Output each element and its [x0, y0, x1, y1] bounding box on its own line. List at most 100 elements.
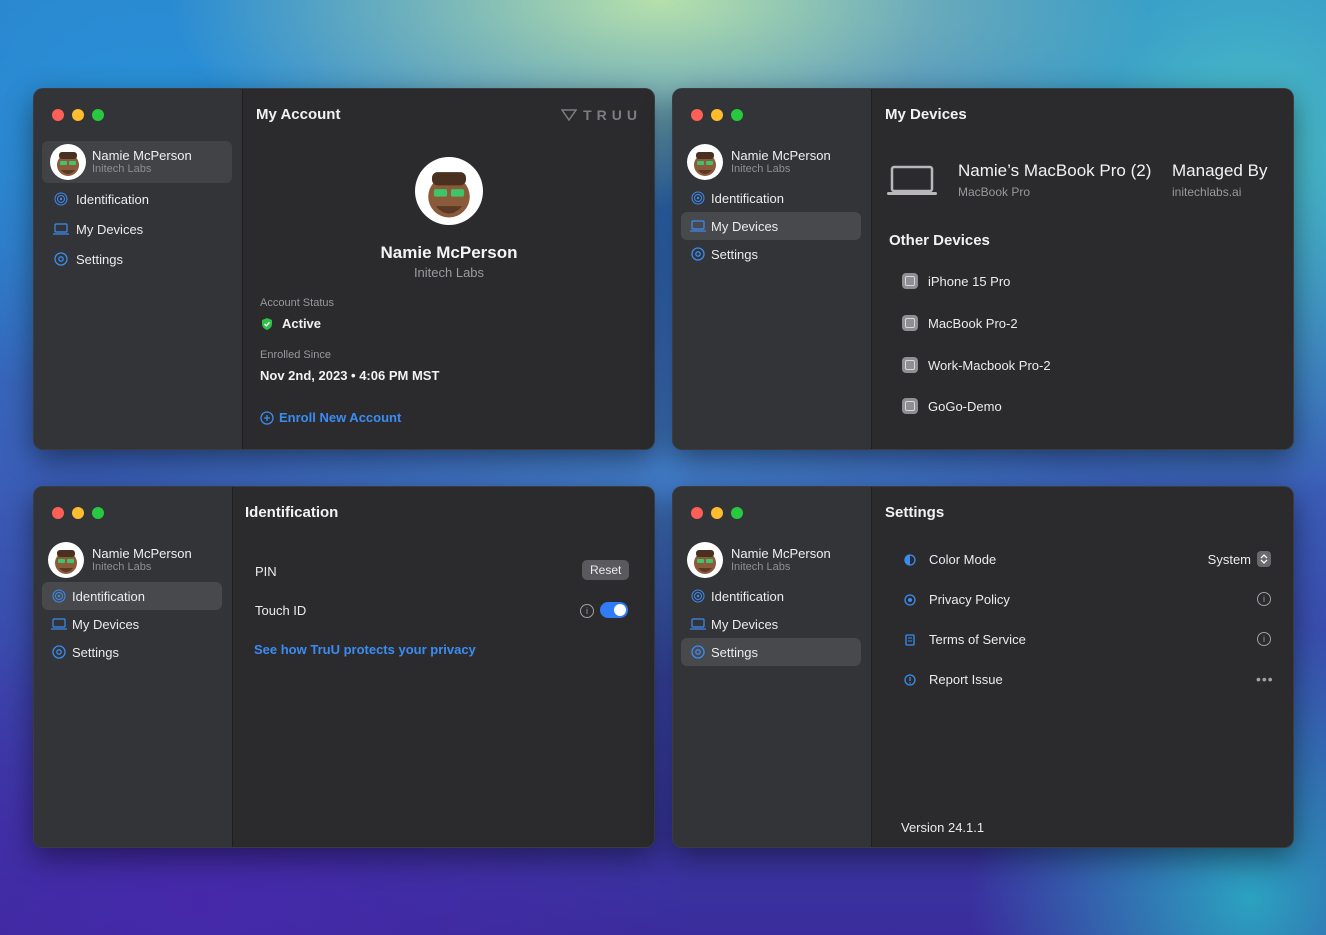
close-button[interactable] [691, 507, 703, 519]
laptop-icon [52, 220, 70, 238]
gear-icon [52, 250, 70, 268]
sidebar-item-label: Settings [711, 246, 758, 262]
profile-name-large: Namie McPerson [380, 243, 518, 262]
privacy-policy-row[interactable]: Privacy Policy [904, 592, 1010, 607]
truu-logo-icon [561, 109, 578, 121]
fingerprint-icon [50, 587, 68, 605]
close-button[interactable] [52, 109, 64, 121]
avatar [687, 542, 723, 578]
terms-of-service-row[interactable]: Terms of Service [904, 632, 1026, 647]
minimize-button[interactable] [72, 109, 84, 121]
main-panel: Settings Color Mode System Privacy Polic… [872, 487, 1293, 847]
page-title: My Devices [885, 106, 967, 123]
version-label: Version 24.1.1 [901, 820, 985, 835]
close-button[interactable] [52, 507, 64, 519]
sidebar-profile[interactable]: Namie McPerson Initech Labs [681, 141, 861, 183]
fingerprint-icon [52, 190, 70, 208]
chevron-updown-icon [1257, 551, 1271, 567]
sidebar-item-identification[interactable]: Identification [681, 184, 861, 212]
fingerprint-icon [689, 189, 707, 207]
info-icon[interactable]: i [1257, 592, 1271, 606]
zoom-button[interactable] [731, 109, 743, 121]
avatar [687, 144, 723, 180]
sidebar-item-label: Identification [711, 588, 784, 604]
device-icon [902, 315, 918, 331]
touch-id-toggle[interactable] [600, 602, 628, 618]
gear-icon [689, 643, 707, 661]
sidebar-item-devices[interactable]: My Devices [42, 215, 232, 243]
other-devices-title: Other Devices [889, 232, 990, 249]
sidebar-profile[interactable]: Namie McPerson Initech Labs [42, 141, 232, 183]
sidebar-item-label: My Devices [76, 221, 144, 237]
sidebar-item-label: Settings [711, 644, 758, 660]
color-mode-select[interactable]: System [1208, 551, 1271, 567]
info-icon[interactable]: i [580, 604, 594, 618]
window-controls [52, 507, 104, 519]
sidebar: Namie McPerson Initech Labs Identificati… [34, 89, 243, 449]
minimize-button[interactable] [711, 109, 723, 121]
sidebar-item-settings[interactable]: Settings [42, 245, 232, 273]
color-mode-label: Color Mode [929, 552, 997, 567]
sidebar: Namie McPerson Initech Labs Identificati… [673, 89, 872, 449]
touch-id-label: Touch ID [255, 603, 307, 618]
sidebar-item-devices[interactable]: My Devices [681, 610, 861, 638]
profile-name: Namie McPerson [731, 148, 831, 163]
minimize-button[interactable] [72, 507, 84, 519]
laptop-icon [689, 217, 707, 235]
sidebar-item-settings[interactable]: Settings [681, 638, 861, 666]
enroll-new-account-link[interactable]: Enroll New Account [260, 410, 401, 425]
enrolled-since-value: Nov 2nd, 2023 • 4:06 PM MST [260, 368, 440, 383]
main-panel: My Account TRUU Namie McPerson Initech L… [243, 89, 654, 449]
zoom-button[interactable] [92, 507, 104, 519]
profile-org: Initech Labs [92, 561, 152, 573]
list-item[interactable]: GoGo-Demo [902, 398, 1002, 414]
zoom-button[interactable] [92, 109, 104, 121]
list-item[interactable]: MacBook Pro-2 [902, 315, 1018, 331]
sidebar-item-identification[interactable]: Identification [681, 582, 861, 610]
avatar [48, 542, 84, 578]
enrolled-since-label: Enrolled Since [260, 349, 331, 361]
avatar [50, 144, 86, 180]
current-device-name: Namie’s MacBook Pro (2) [958, 161, 1152, 180]
document-icon [905, 633, 915, 646]
report-issue-row[interactable]: Report Issue [904, 672, 1003, 687]
sidebar-item-identification[interactable]: Identification [42, 582, 222, 610]
page-title: Settings [885, 504, 945, 521]
account-status: Active [260, 316, 321, 331]
sidebar: Namie McPerson Initech Labs Identificati… [673, 487, 872, 847]
window-controls [691, 507, 743, 519]
close-button[interactable] [691, 109, 703, 121]
sidebar-item-label: My Devices [711, 218, 779, 234]
sidebar-item-settings[interactable]: Settings [681, 240, 861, 268]
zoom-button[interactable] [731, 507, 743, 519]
device-name: Work-Macbook Pro-2 [928, 357, 1051, 373]
color-mode-value: System [1207, 551, 1251, 567]
profile-org: Initech Labs [731, 163, 791, 175]
plus-circle-icon [260, 410, 274, 425]
sidebar-profile[interactable]: Namie McPerson Initech Labs [42, 539, 222, 581]
account-status-label: Account Status [260, 297, 334, 309]
info-icon[interactable]: i [1257, 632, 1271, 646]
list-item[interactable]: iPhone 15 Pro [902, 273, 1010, 289]
sidebar-item-settings[interactable]: Settings [42, 638, 222, 666]
device-icon [902, 398, 918, 414]
privacy-link[interactable]: See how TruU protects your privacy [254, 642, 476, 657]
laptop-icon [50, 615, 68, 633]
list-item[interactable]: Work-Macbook Pro-2 [902, 357, 1051, 373]
terms-label: Terms of Service [929, 632, 1026, 647]
reset-button[interactable]: Reset [582, 560, 630, 580]
sidebar-item-devices[interactable]: My Devices [42, 610, 222, 638]
profile-name: Namie McPerson [92, 546, 192, 561]
current-device-model: MacBook Pro [958, 185, 1031, 199]
gear-icon [50, 643, 68, 661]
sidebar-profile[interactable]: Namie McPerson Initech Labs [681, 539, 861, 581]
report-issue-label: Report Issue [929, 672, 1003, 687]
window-controls [691, 109, 743, 121]
main-panel: Identification PIN Reset Touch ID i See … [233, 487, 654, 847]
sidebar-item-devices[interactable]: My Devices [681, 212, 861, 240]
more-icon[interactable]: ••• [1256, 671, 1274, 687]
sidebar-item-label: Settings [72, 644, 119, 660]
minimize-button[interactable] [711, 507, 723, 519]
sidebar-item-identification[interactable]: Identification [42, 185, 232, 213]
profile-org: Initech Labs [731, 561, 791, 573]
